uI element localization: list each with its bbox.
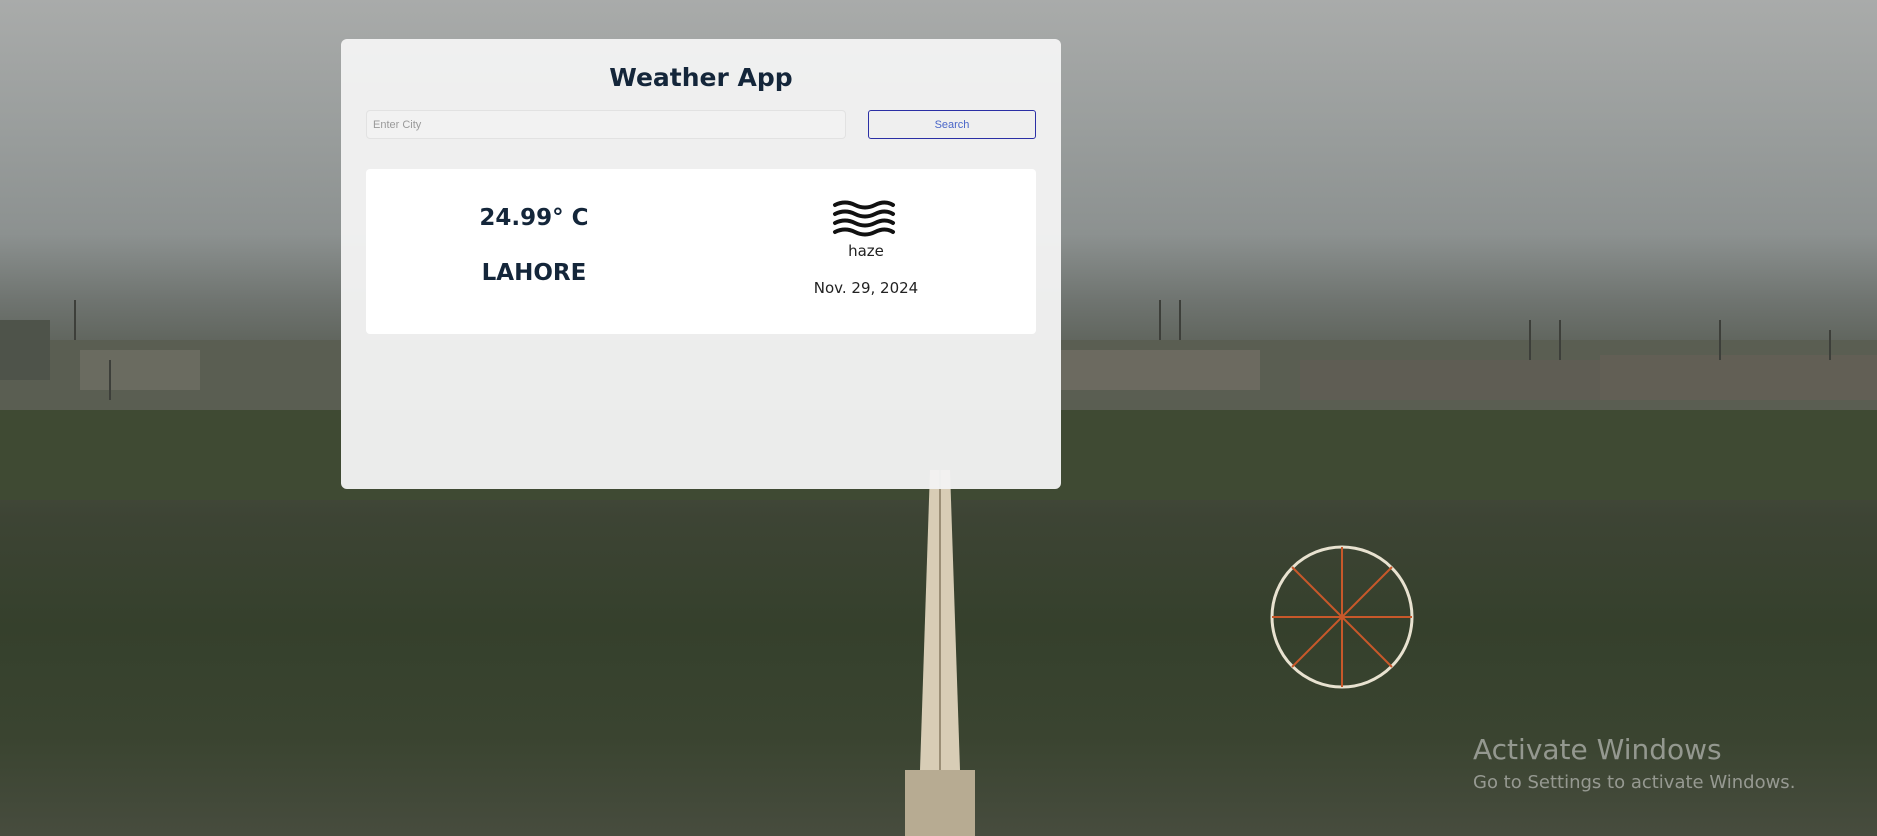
city-search-input[interactable]	[366, 110, 846, 139]
ferris-wheel	[1270, 545, 1414, 689]
watermark-title: Activate Windows	[1473, 733, 1722, 766]
weather-card: Weather App Search 24.99° C LAHORE haze …	[341, 39, 1061, 489]
temperature-value: 24.99° C	[479, 205, 589, 231]
weather-description: haze	[848, 242, 884, 260]
search-button[interactable]: Search	[868, 110, 1036, 139]
tower-monument	[905, 470, 975, 836]
city-name: LAHORE	[481, 260, 587, 286]
watermark-subtitle: Go to Settings to activate Windows.	[1473, 772, 1796, 793]
weather-date: Nov. 29, 2024	[813, 279, 919, 297]
activate-windows-watermark: Activate Windows Go to Settings to activ…	[1473, 733, 1795, 793]
page-title: Weather App	[609, 63, 793, 92]
weather-result-panel: 24.99° C LAHORE haze Nov. 29, 2024	[366, 169, 1036, 334]
haze-icon	[833, 200, 895, 237]
